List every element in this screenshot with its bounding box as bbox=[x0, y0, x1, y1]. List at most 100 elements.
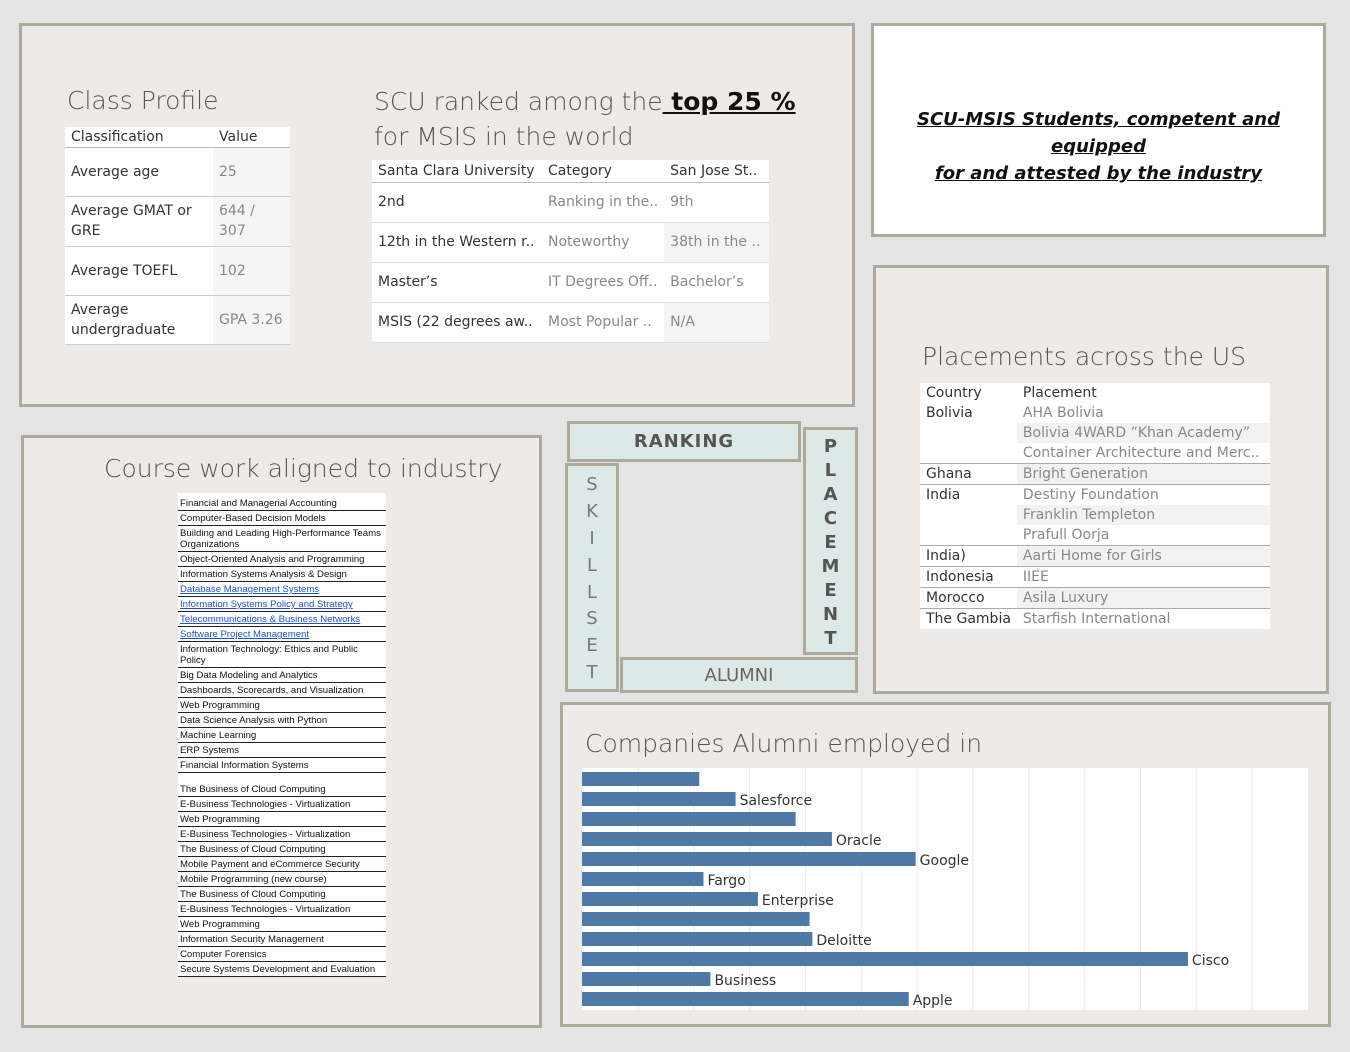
country-cell: Morocco bbox=[920, 587, 1017, 609]
table-row[interactable]: Indonesia IIEE bbox=[920, 566, 1270, 588]
ranking-title-suffix: for MSIS in the world bbox=[374, 122, 634, 151]
placement-cell: Destiny Foundation bbox=[1016, 484, 1270, 505]
placement-cell: Starfish International bbox=[1016, 608, 1270, 629]
sjsu-cell: Bachelor’s bbox=[664, 262, 770, 303]
ranking-table: Santa Clara University Category San Jose… bbox=[372, 160, 770, 343]
course-item: Big Data Modeling and Analytics bbox=[178, 668, 386, 683]
bar-label: Fargo bbox=[707, 873, 745, 889]
table-row[interactable]: Average age 25 bbox=[65, 147, 290, 197]
placement-letter: E bbox=[824, 532, 837, 553]
bar[interactable] bbox=[582, 772, 700, 786]
course-item: Object-Oriented Analysis and Programming bbox=[178, 552, 386, 567]
bar-label: Business bbox=[714, 973, 776, 989]
bar[interactable] bbox=[582, 992, 909, 1006]
course-item: Financial Information Systems bbox=[178, 758, 386, 773]
placement-letter: T bbox=[824, 628, 837, 649]
bar[interactable] bbox=[582, 852, 916, 866]
table-row[interactable]: Master’s IT Degrees Off.. Bachelor’s bbox=[372, 262, 770, 303]
column-header-value[interactable]: Value bbox=[213, 127, 290, 148]
value-cell: 25 bbox=[213, 147, 290, 197]
placements-panel: Placements across the US Country Placeme… bbox=[873, 265, 1329, 694]
nav-skillset-button[interactable]: SKILLSET bbox=[565, 463, 619, 692]
coursework-title: Course work aligned to industry bbox=[104, 454, 503, 483]
placement-letter: A bbox=[823, 484, 838, 505]
column-header-placement[interactable]: Placement bbox=[1017, 383, 1270, 403]
bar-label: Enterprise bbox=[762, 893, 834, 909]
table-row[interactable]: Bolivia 4WARD ”Khan Academy” bbox=[920, 423, 1270, 443]
bar[interactable] bbox=[582, 972, 711, 986]
companies-chart: Salesforce Oracle Google Fargo Enterprise Del… bbox=[582, 768, 1308, 1010]
category-cell: Most Popular .. bbox=[542, 302, 665, 343]
sjsu-cell: 38th in the .. bbox=[664, 222, 770, 263]
country-cell: Indonesia bbox=[920, 566, 1017, 588]
tagline-line-1: SCU-MSIS Students, competent and equippe… bbox=[916, 109, 1280, 157]
table-row[interactable]: Franklin Templeton bbox=[920, 505, 1270, 525]
bar-label: Deloitte bbox=[816, 933, 871, 949]
column-header-classification[interactable]: Classification bbox=[65, 127, 213, 148]
placement-cell: Bright Generation bbox=[1016, 463, 1270, 485]
table-row[interactable]: Container Architecture and Merc.. bbox=[920, 443, 1270, 464]
column-header-scu[interactable]: Santa Clara University bbox=[372, 160, 542, 183]
course-item: Computer Forensics bbox=[178, 947, 386, 962]
table-row[interactable]: India Destiny Foundation bbox=[920, 484, 1270, 505]
bar[interactable] bbox=[582, 832, 832, 846]
category-cell: IT Degrees Off.. bbox=[542, 262, 665, 303]
placement-cell: Prafull Oorja bbox=[1022, 527, 1110, 543]
table-row[interactable]: Prafull Oorja bbox=[920, 525, 1270, 546]
classification-cell: Average GMAT or GRE bbox=[65, 196, 213, 247]
table-row[interactable]: 12th in the Western r.. Noteworthy 38th … bbox=[372, 222, 770, 263]
bar-label: Oracle bbox=[836, 833, 882, 849]
placement-cell: Asila Luxury bbox=[1016, 587, 1270, 609]
scu-cell: 12th in the Western r.. bbox=[372, 222, 542, 263]
course-link[interactable]: Information Systems Policy and Strategy bbox=[178, 597, 386, 612]
bar[interactable] bbox=[582, 952, 1188, 966]
table-row[interactable]: The Gambia Starfish International bbox=[920, 608, 1270, 629]
course-link[interactable]: Database Management Systems bbox=[178, 582, 386, 597]
classification-cell: Average undergraduate bbox=[65, 295, 213, 345]
column-header-country[interactable]: Country bbox=[920, 383, 1017, 403]
class-profile-table: Classification Value Average age 25 Aver… bbox=[65, 127, 290, 345]
tagline-banner: SCU-MSIS Students, competent and equippe… bbox=[871, 23, 1326, 237]
table-row[interactable]: Average TOEFL 102 bbox=[65, 246, 290, 296]
table-row[interactable]: 2nd Ranking in the.. 9th bbox=[372, 182, 770, 223]
bar[interactable] bbox=[582, 872, 704, 886]
course-item: Financial and Managerial Accounting bbox=[178, 496, 386, 511]
course-link[interactable]: Software Project Management bbox=[178, 627, 386, 642]
bar[interactable] bbox=[582, 892, 758, 906]
country-cell: The Gambia bbox=[920, 608, 1017, 629]
table-row[interactable]: Average GMAT or GRE 644 / 307 bbox=[65, 196, 290, 247]
placements-table: Country Placement Bolivia AHA Bolivia Boli… bbox=[920, 383, 1270, 629]
bar-label: Cisco bbox=[1192, 953, 1229, 969]
table-row[interactable]: Ghana Bright Generation bbox=[920, 463, 1270, 485]
column-header-sjsu[interactable]: San Jose St.. bbox=[664, 160, 770, 183]
table-row[interactable]: MSIS (22 degrees aw.. Most Popular .. N/… bbox=[372, 302, 770, 343]
course-item: Web Programming bbox=[178, 698, 386, 713]
skillset-letter: L bbox=[586, 554, 598, 576]
placement-cell: Container Architecture and Merc.. bbox=[1022, 445, 1260, 461]
nav-alumni-button[interactable]: ALUMNI bbox=[620, 657, 858, 693]
bar[interactable] bbox=[582, 812, 796, 826]
course-item: E-Business Technologies - Virtualization bbox=[178, 902, 386, 917]
table-row[interactable]: Average undergraduate GPA 3.26 bbox=[65, 295, 290, 345]
column-header-category[interactable]: Category bbox=[542, 160, 665, 183]
country-cell bbox=[920, 505, 1017, 525]
sjsu-cell: N/A bbox=[664, 302, 770, 343]
coursework-panel: Course work aligned to industry Financia… bbox=[21, 435, 542, 1028]
nav-ranking-button[interactable]: RANKING bbox=[567, 421, 801, 462]
nav-placement-button[interactable]: PLACEMENT bbox=[803, 427, 858, 655]
table-row[interactable]: Morocco Asila Luxury bbox=[920, 587, 1270, 609]
companies-panel: Companies Alumni employed in Salesforce O… bbox=[560, 702, 1331, 1027]
bar[interactable] bbox=[582, 932, 813, 946]
top-25-link[interactable]: top 25 % bbox=[663, 87, 795, 116]
table-row[interactable]: India) Aarti Home for Girls bbox=[920, 545, 1270, 567]
tagline-text[interactable]: SCU-MSIS Students, competent and equippe… bbox=[874, 106, 1323, 187]
class-profile-title: Class Profile bbox=[67, 86, 219, 115]
table-row[interactable]: Bolivia AHA Bolivia bbox=[920, 403, 1270, 423]
course-link[interactable]: Telecommunications & Business Networks bbox=[178, 612, 386, 627]
companies-bar-chart: Salesforce Oracle Google Fargo Enterprise Del… bbox=[582, 768, 1253, 1010]
scu-cell: Master’s bbox=[372, 262, 542, 303]
country-cell bbox=[920, 525, 1017, 546]
class-profile-panel: Class Profile Classification Value Avera… bbox=[19, 23, 855, 407]
bar[interactable] bbox=[582, 792, 736, 806]
bar[interactable] bbox=[582, 912, 810, 926]
